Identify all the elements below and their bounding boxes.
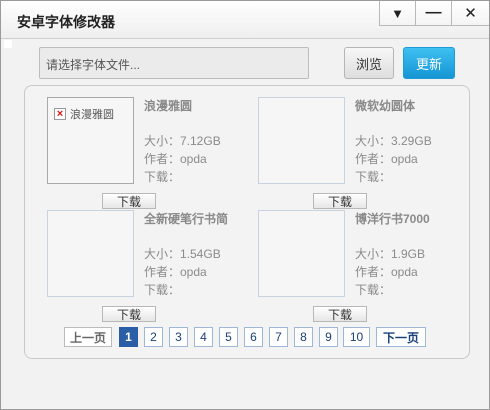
preview-alt-text: 浪漫雅圆 <box>70 109 114 121</box>
corner-mark <box>4 40 12 48</box>
next-page-button[interactable]: 下一页 <box>376 327 426 347</box>
font-download-count: 下载： <box>144 283 181 297</box>
font-name: 浪漫雅圆 <box>144 99 193 113</box>
page-button-9[interactable]: 9 <box>319 327 338 347</box>
page-button-5[interactable]: 5 <box>219 327 238 347</box>
font-preview[interactable] <box>258 210 345 297</box>
browse-button[interactable]: 浏览 <box>344 47 394 79</box>
download-button[interactable]: 下载 <box>102 306 156 322</box>
font-file-input[interactable]: 请选择字体文件... <box>39 47 309 79</box>
download-button[interactable]: 下载 <box>313 193 367 209</box>
close-button[interactable]: ✕ <box>451 1 489 25</box>
menu-dropdown-icon[interactable]: ▼ <box>379 1 415 25</box>
font-preview[interactable] <box>258 97 345 184</box>
font-preview[interactable] <box>47 210 134 297</box>
font-card: × 浪漫雅圆 浪漫雅圆 大小：7.12GB 作者：opda 下载： 下载 <box>47 97 257 209</box>
update-button[interactable]: 更新 <box>403 47 455 79</box>
broken-image: × 浪漫雅圆 <box>54 106 114 122</box>
font-name: 博洋行书7000 <box>355 212 430 226</box>
font-download-count: 下载： <box>355 170 392 184</box>
font-download-count: 下载： <box>144 170 181 184</box>
font-author: 作者：opda <box>355 152 418 166</box>
window-title: 安卓字体修改器 <box>17 14 115 30</box>
page-button-6[interactable]: 6 <box>244 327 263 347</box>
broken-image-icon: × <box>54 108 66 120</box>
prev-page-button[interactable]: 上一页 <box>64 327 112 347</box>
font-name: 微软幼圆体 <box>355 99 416 113</box>
font-preview[interactable]: × 浪漫雅圆 <box>47 97 134 184</box>
font-card: 博洋行书7000 大小：1.9GB 作者：opda 下载： 下载 <box>258 210 468 322</box>
page-button-8[interactable]: 8 <box>294 327 313 347</box>
font-card: 微软幼圆体 大小：3.29GB 作者：opda 下载： 下载 <box>258 97 468 209</box>
page-button-10[interactable]: 10 <box>343 327 370 347</box>
page-button-2[interactable]: 2 <box>144 327 163 347</box>
font-size: 大小：1.9GB <box>355 247 426 261</box>
font-size: 大小：1.54GB <box>144 247 221 261</box>
font-card: 全新硬笔行书简 大小：1.54GB 作者：opda 下载： 下载 <box>47 210 257 322</box>
title-bar: 安卓字体修改器 ▼ — ✕ <box>1 1 489 39</box>
font-author: 作者：opda <box>144 152 207 166</box>
font-size: 大小：3.29GB <box>355 134 432 148</box>
app-window: 安卓字体修改器 ▼ — ✕ 请选择字体文件... 浏览 更新 × 浪漫雅圆 浪漫… <box>0 0 490 410</box>
font-download-count: 下载： <box>355 283 392 297</box>
font-list-panel: × 浪漫雅圆 浪漫雅圆 大小：7.12GB 作者：opda 下载： 下载 微软幼… <box>24 85 470 359</box>
download-button[interactable]: 下载 <box>102 193 156 209</box>
title-controls-divider <box>379 25 489 26</box>
font-author: 作者：opda <box>355 265 418 279</box>
page-button-1[interactable]: 1 <box>119 327 138 347</box>
minimize-button[interactable]: — <box>415 1 451 25</box>
font-size: 大小：7.12GB <box>144 134 221 148</box>
page-button-7[interactable]: 7 <box>269 327 288 347</box>
page-button-3[interactable]: 3 <box>169 327 188 347</box>
font-name: 全新硬笔行书简 <box>144 212 229 226</box>
font-author: 作者：opda <box>144 265 207 279</box>
page-button-4[interactable]: 4 <box>194 327 213 347</box>
download-button[interactable]: 下载 <box>313 306 367 322</box>
